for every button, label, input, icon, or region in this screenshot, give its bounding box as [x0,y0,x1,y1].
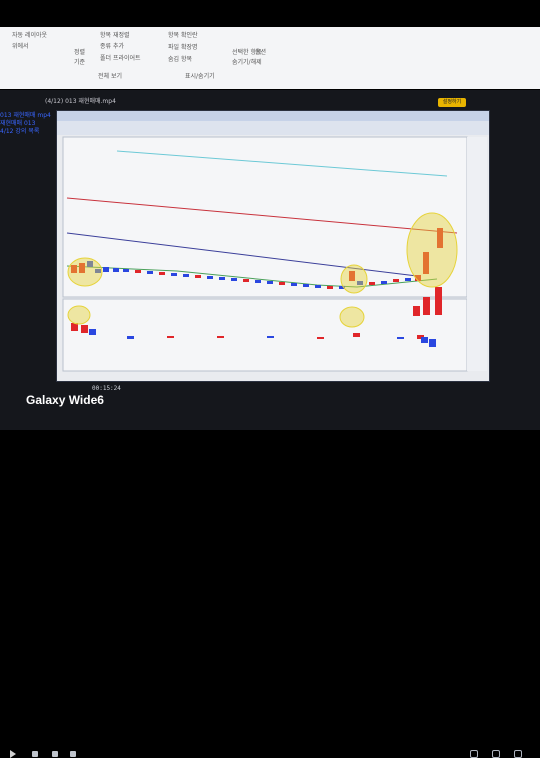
candle [393,279,399,282]
candle [171,273,177,276]
price-panel [62,136,468,298]
highlight-circle [406,212,458,288]
candle [195,275,201,278]
candle [103,267,109,272]
candle [315,285,321,288]
chart-toolbar [57,111,489,121]
volume-bar [429,339,436,347]
candle [123,269,129,272]
candle [147,271,153,274]
volume-bar [127,336,134,339]
ribbon-item: 항목 확인란 [168,32,198,39]
play-icon[interactable] [10,750,16,758]
volume-bar [167,336,174,338]
ribbon-item: 종류 추가 [100,43,124,50]
ribbon-item: 숨기기/해제 [232,59,262,66]
candle [267,281,273,284]
playlist-item[interactable]: 013 재현매매 mp4 [0,112,51,120]
candle [159,272,165,275]
fullscreen-icon[interactable] [470,750,478,758]
price-axis [467,137,487,371]
volume-bar [435,287,442,315]
candle [291,283,297,286]
camera-watermark: Galaxy Wide6 [26,393,104,407]
settings-badge[interactable]: 설정하기 [438,98,466,107]
volume-bar [397,337,404,339]
highlight-circle [67,257,103,287]
trading-screen [56,110,490,382]
ribbon-item: 표시/숨기기 [185,73,215,80]
highlight-circle [339,306,365,328]
playlist-item[interactable]: 재현매매 013 [0,120,51,128]
bottom-black-area [0,430,540,540]
volume-bar [267,336,274,338]
candle [381,281,387,284]
playlist-item[interactable]: 4/12 강의 목록 [0,128,51,136]
candle [113,268,119,272]
candle [243,279,249,282]
rewind-icon[interactable] [32,751,38,757]
ribbon-item: 전체 보기 [98,73,122,80]
volume-bar [89,329,96,335]
timecode: 00:15:24 [92,385,121,392]
ribbon-item: 자동 레이아웃 [12,32,48,39]
candle [207,276,213,279]
next-icon[interactable] [70,751,76,757]
playlist: 013 재현매매 mp4 재현매매 013 4/12 강의 목록 [0,112,51,136]
volume-bar [217,336,224,338]
ribbon-item: 위에서 [12,43,29,50]
candle [219,277,225,280]
highlight-circle [67,305,91,325]
candle [135,270,141,273]
volume-panel [62,298,468,372]
ribbon-item: 기준 [74,59,86,66]
highlight-circle [340,264,368,294]
volume-bar [353,333,360,337]
candle [303,284,309,287]
candle [369,282,375,285]
ribbon-item: 정렬 [74,49,86,56]
candle [231,278,237,281]
photo: 자동 레이아웃 위에서 정렬 기준 항목 재정렬 종류 추가 폴더 프라이어트 … [0,0,540,758]
candle [255,280,261,283]
candle [405,278,411,281]
explorer-ribbon: 자동 레이아웃 위에서 정렬 기준 항목 재정렬 종류 추가 폴더 프라이어트 … [0,27,540,89]
forward-icon[interactable] [52,751,58,757]
candle [183,274,189,277]
candle [279,282,285,285]
stock-chart [57,111,489,372]
settings-icon[interactable] [514,750,522,758]
ribbon-item: 숨김 항목 [168,56,192,63]
chart-toolbar-row [57,121,489,135]
volume-bar [413,306,420,316]
video-title: (4/12) 013 재현매매.mp4 [45,98,116,105]
volume-bar [81,325,88,333]
ribbon-item: 항목 재정렬 [100,32,130,39]
candle [327,286,333,289]
ribbon-item: 옵션 [255,49,267,56]
volume-bar [423,297,430,315]
volume-bar [317,337,324,339]
ribbon-item: 파일 확장명 [168,44,198,51]
volume-bar [421,337,428,343]
volume-icon[interactable] [492,750,500,758]
ribbon-item: 폴더 프라이어트 [100,55,141,62]
